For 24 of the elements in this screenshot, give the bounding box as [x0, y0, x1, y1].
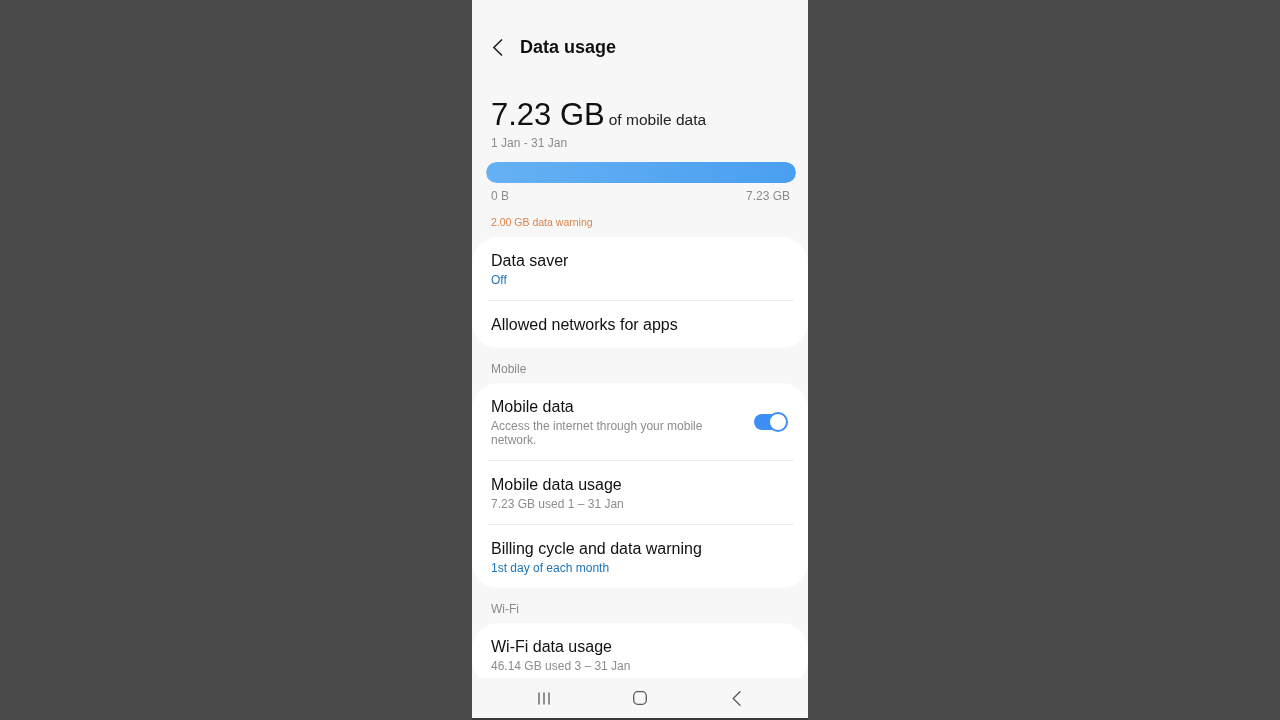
- setting-title[interactable]: Billing cycle and data warning: [491, 539, 702, 559]
- usage-amount: 7.23 GB: [491, 97, 605, 133]
- setting-title[interactable]: Mobile data usage: [491, 475, 622, 495]
- section-header: Mobile: [490, 361, 528, 378]
- usage-caption: of mobile data: [608, 111, 707, 129]
- setting-title[interactable]: Mobile data: [491, 397, 574, 417]
- toggle-switch[interactable]: [754, 412, 788, 432]
- setting-description: Access the internet through your mobile network.: [491, 419, 704, 447]
- setting-title[interactable]: Data saver: [491, 251, 569, 271]
- setting-description: 7.23 GB used 1 – 31 Jan: [491, 497, 624, 511]
- recent-apps-icon[interactable]: [538, 691, 550, 705]
- bar-end-label: 7.23 GB: [745, 189, 790, 203]
- setting-title[interactable]: Wi-Fi data usage: [491, 637, 612, 657]
- bar-start-label: 0 B: [491, 189, 509, 203]
- setting-value: 1st day of each month: [491, 561, 610, 575]
- setting-value: Off: [491, 273, 507, 287]
- home-icon[interactable]: [633, 691, 647, 705]
- setting-description: 46.14 GB used 3 – 31 Jan: [491, 659, 631, 673]
- billing-period: 1 Jan - 31 Jan: [491, 135, 569, 151]
- data-warning-text: 2.00 GB data warning: [491, 215, 594, 229]
- section-header: Wi-Fi: [490, 601, 520, 618]
- setting-title[interactable]: Allowed networks for apps: [491, 315, 678, 335]
- back-icon[interactable]: [492, 38, 503, 56]
- page-title: Data usage: [520, 36, 617, 58]
